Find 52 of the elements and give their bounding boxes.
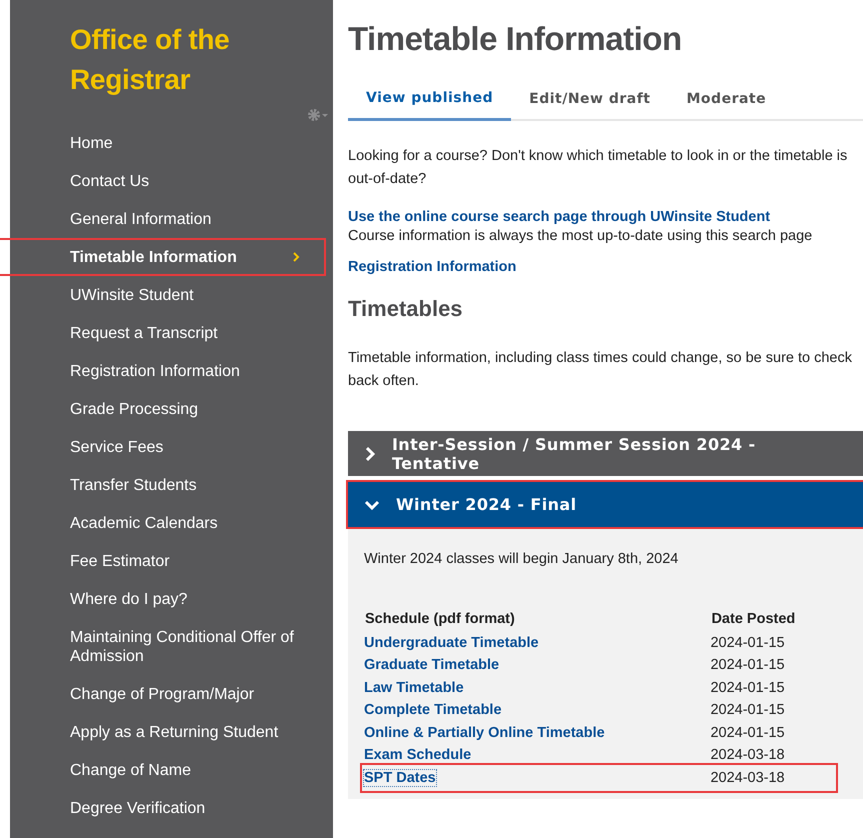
schedule-link[interactable]: Undergraduate Timetable (364, 634, 539, 650)
timetables-note: Timetable information, including class times could change, so be sure to check back often. (348, 349, 853, 391)
nav-link[interactable]: Transfer Students (10, 466, 333, 504)
nav-link[interactable]: UWinsite Student (10, 276, 333, 314)
accordion-header[interactable]: Winter 2024 - Final (348, 482, 863, 527)
chevron-right-icon (364, 446, 376, 462)
nav-link[interactable]: Where do I pay? (10, 580, 333, 618)
accordion-header[interactable]: Inter-Session / Summer Session 2024 - Tentative (348, 431, 863, 476)
gear-icon[interactable] (307, 108, 329, 122)
tab[interactable]: Edit/New draft (511, 80, 668, 119)
column-header: Date Posted (710, 610, 796, 629)
nav-link[interactable]: Registration Information (10, 352, 333, 390)
date-cell-text: 2024-01-15 (710, 634, 786, 652)
section-heading: Timetables (348, 295, 464, 323)
tab[interactable]: Moderate (668, 80, 784, 119)
nav-link[interactable]: Change of Name (10, 751, 333, 789)
column-header: Schedule (pdf format) (364, 610, 516, 629)
date-cell-text: 2024-01-15 (710, 701, 786, 720)
schedule-link[interactable]: Law Timetable (364, 680, 464, 696)
date-cell-text: 2024-01-15 (710, 656, 786, 675)
schedule-link[interactable]: Graduate Timetable (364, 657, 500, 673)
course-search-link[interactable]: Use the online course search page through UWinsite Student (348, 208, 863, 227)
nav-link[interactable]: Home (10, 124, 333, 162)
schedule-link[interactable]: Exam Schedule (364, 747, 472, 763)
nav-link[interactable]: Change of Program/Major (10, 675, 333, 713)
date-cell-text: 2024-01-15 (710, 724, 786, 742)
nav-link[interactable]: Degree Verification (10, 789, 333, 827)
nav-link[interactable]: Contact Us (10, 162, 333, 200)
nav-link[interactable]: Grade Processing (10, 390, 333, 428)
date-cell-text: 2024-03-18 (710, 768, 786, 788)
tab[interactable]: View published (348, 80, 512, 121)
nav-link[interactable]: Apply as a Returning Student (10, 713, 333, 751)
date-cell-text: 2024-01-15 (710, 678, 786, 698)
schedule-link[interactable]: Complete Timetable (364, 702, 502, 718)
chevron-right-icon (292, 251, 300, 263)
page-title: Timetable Information (348, 19, 683, 59)
schedule-link[interactable]: Online & Partially Online Timetable (364, 724, 605, 740)
intro-text: Looking for a course? Don't know which timetable to look in or the timetable is out-of-date? (348, 147, 848, 189)
nav-link[interactable]: Maintaining Conditional Offer of Admission (10, 618, 333, 675)
nav-link[interactable]: General Information (10, 200, 333, 238)
nav-link[interactable]: Service Fees (10, 428, 333, 466)
nav-link[interactable]: Academic Calendars (10, 504, 333, 542)
nav-link[interactable]: Request a Transcript (10, 314, 333, 352)
nav-link[interactable]: Timetable Information (0, 238, 326, 276)
panel-note: Winter 2024 classes will begin January 8th, 2024 (364, 551, 680, 567)
nav-link[interactable]: Fee Estimator (10, 542, 333, 580)
search-note: Course information is always the most up-to-date using this search page (348, 227, 814, 246)
chevron-down-icon (364, 498, 380, 510)
schedule-link[interactable]: SPT Dates (364, 770, 436, 786)
site-title: Office of the Registrar (69, 23, 230, 97)
registration-link[interactable]: Registration Information (348, 258, 863, 277)
date-cell: 2024-03-18 (710, 744, 834, 766)
